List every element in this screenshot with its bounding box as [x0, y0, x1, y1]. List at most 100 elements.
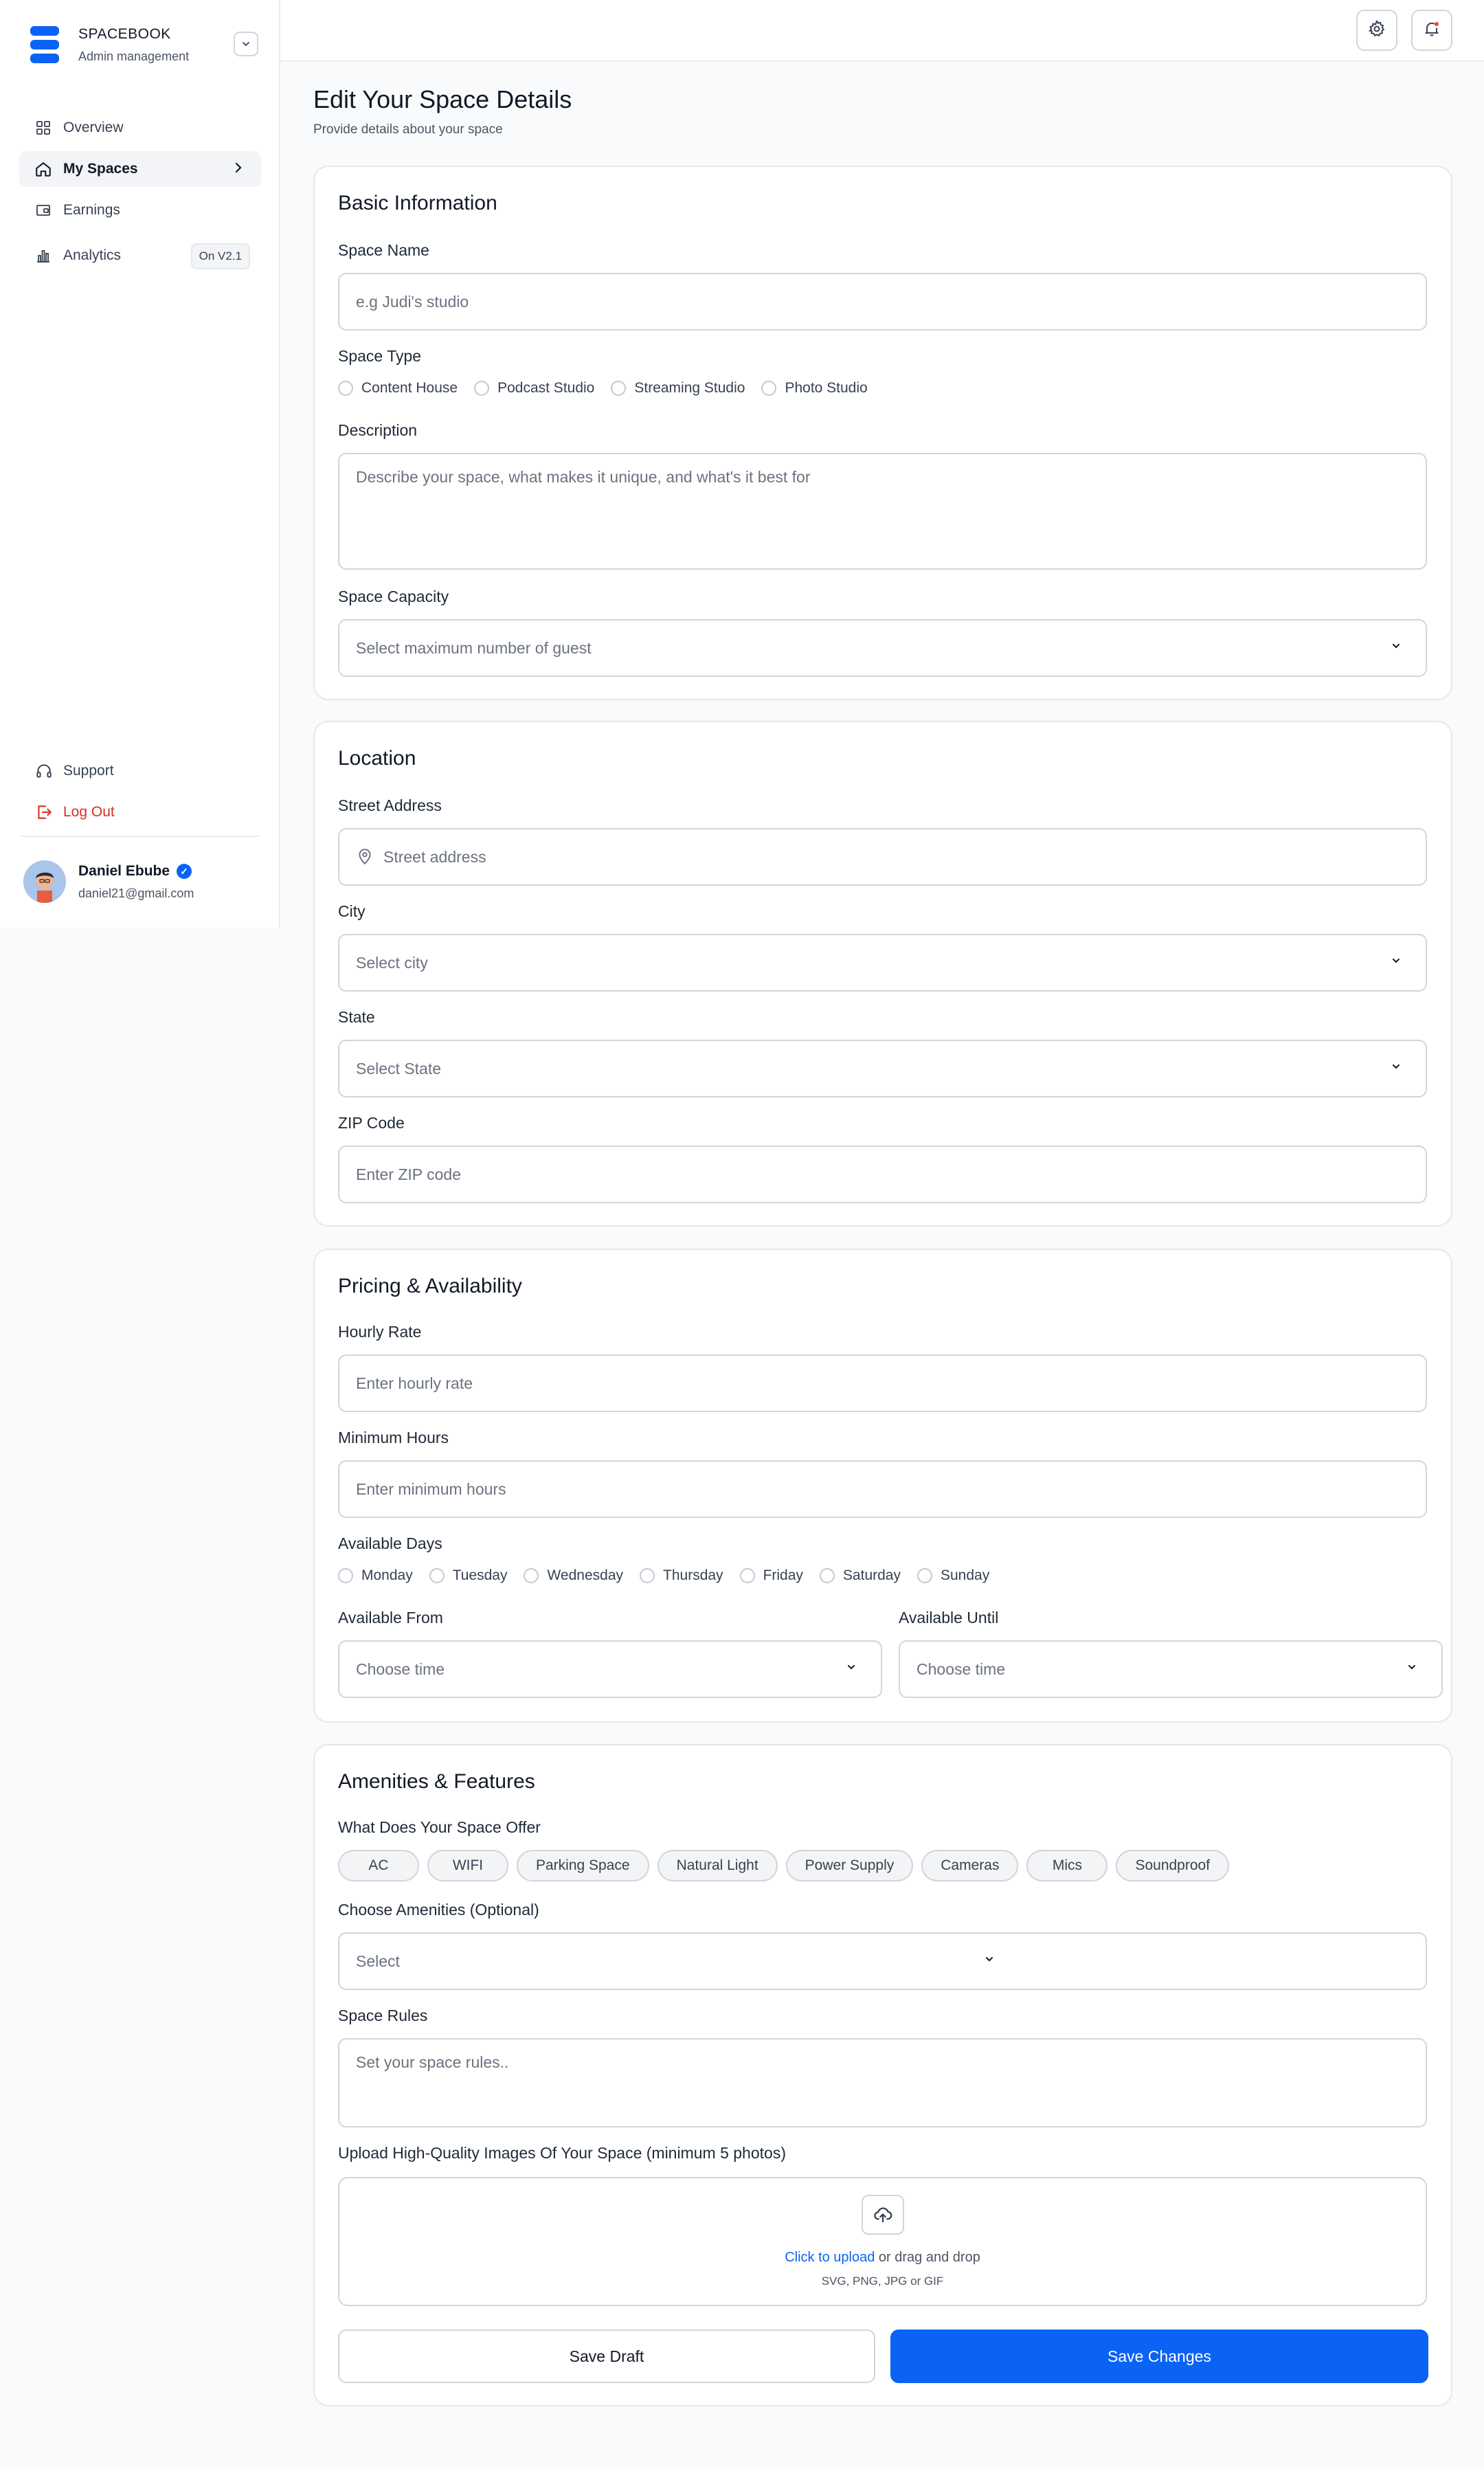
- offer-chip[interactable]: Parking Space: [517, 1850, 649, 1881]
- space-name-input[interactable]: e.g Judi's studio: [338, 273, 1427, 331]
- click-to-upload-link[interactable]: Click to upload: [785, 2250, 875, 2265]
- radio-label: Sunday: [940, 1567, 990, 1583]
- sidebar-item-overview[interactable]: Overview: [19, 110, 261, 146]
- space-capacity-select[interactable]: Select maximum number of guest: [338, 619, 1427, 677]
- pricing-availability-card: Pricing & Availability Hourly Rate Enter…: [313, 1249, 1452, 1723]
- offer-chip[interactable]: Soundproof: [1116, 1850, 1230, 1881]
- space-type-radio[interactable]: Photo Studio: [761, 380, 868, 396]
- save-changes-button[interactable]: Save Changes: [890, 2330, 1428, 2383]
- location-card: Location Street Address Street address C…: [313, 721, 1452, 1227]
- support-link[interactable]: Support: [34, 761, 114, 781]
- radio-circle[interactable]: [819, 1568, 835, 1583]
- upload-cloud-icon: [862, 2195, 904, 2235]
- radio-circle[interactable]: [474, 381, 490, 396]
- sidebar-item-label: Overview: [63, 120, 124, 135]
- chevron-down-icon: [1390, 954, 1402, 971]
- radio-label: Photo Studio: [785, 380, 868, 396]
- select-placeholder: Select State: [356, 1059, 442, 1077]
- day-radio[interactable]: Monday: [338, 1567, 413, 1584]
- city-select[interactable]: Select city: [338, 934, 1427, 992]
- space-type-radio[interactable]: Content House: [338, 380, 458, 396]
- day-radio[interactable]: Wednesday: [524, 1567, 623, 1584]
- space-type-radio[interactable]: Streaming Studio: [611, 380, 745, 396]
- day-radio[interactable]: Friday: [739, 1567, 803, 1584]
- sidebar-item-earnings[interactable]: Earnings: [19, 192, 261, 228]
- space-rules-textarea[interactable]: Set your space rules..: [338, 2038, 1427, 2127]
- radio-circle[interactable]: [611, 381, 627, 396]
- upload-text: or drag and drop: [875, 2250, 980, 2265]
- amenities-features-card: Amenities & Features What Does Your Spac…: [313, 1744, 1452, 2406]
- bell-icon: [1422, 19, 1441, 42]
- state-select[interactable]: Select State: [338, 1040, 1427, 1097]
- day-radio[interactable]: Tuesday: [429, 1567, 508, 1584]
- offer-chip[interactable]: WIFI: [427, 1850, 508, 1881]
- settings-button[interactable]: [1356, 10, 1397, 51]
- sidebar-item-label: Analytics: [63, 247, 122, 263]
- available-until-select[interactable]: Choose time: [899, 1640, 1443, 1698]
- radio-label: Monday: [361, 1567, 413, 1583]
- chevron-down-icon[interactable]: [234, 32, 258, 56]
- upload-instructions: Click to upload or drag and drop: [339, 2250, 1426, 2266]
- sidebar: SPACEBOOK Admin management Overview My S…: [0, 0, 280, 928]
- notifications-button[interactable]: [1411, 10, 1452, 51]
- grid-icon: [34, 119, 52, 137]
- radio-circle[interactable]: [524, 1568, 539, 1583]
- available-from-label: Available From: [338, 1609, 443, 1627]
- day-radio[interactable]: Thursday: [640, 1567, 723, 1584]
- page-subtitle: Provide details about your space: [313, 122, 503, 137]
- save-draft-button[interactable]: Save Draft: [338, 2330, 875, 2383]
- radio-circle[interactable]: [739, 1568, 755, 1583]
- logout-icon: [34, 803, 54, 822]
- sidebar-item-label: My Spaces: [63, 161, 138, 177]
- radio-circle[interactable]: [338, 381, 353, 396]
- radio-circle[interactable]: [917, 1568, 932, 1583]
- user-name-text: Daniel Ebube: [78, 863, 170, 879]
- street-address-input[interactable]: Street address: [338, 828, 1427, 886]
- user-profile[interactable]: Daniel Ebube ✓ daniel21@gmail.com: [23, 859, 264, 903]
- radio-circle[interactable]: [761, 381, 777, 396]
- image-upload-dropzone[interactable]: Click to upload or drag and drop SVG, PN…: [338, 2177, 1427, 2306]
- select-placeholder: Choose time: [917, 1660, 1006, 1678]
- brand-title: SPACEBOOK: [78, 26, 171, 42]
- sidebar-nav: Overview My Spaces Earnings Analytics On…: [19, 110, 261, 279]
- chevron-down-icon: [845, 1661, 857, 1677]
- input-placeholder: Street address: [383, 847, 486, 866]
- amenities-select[interactable]: Select: [338, 1932, 1427, 1990]
- section-title: Pricing & Availability: [338, 1275, 522, 1297]
- offer-chip[interactable]: AC: [338, 1850, 419, 1881]
- hourly-rate-input[interactable]: Enter hourly rate: [338, 1354, 1427, 1412]
- select-placeholder: Choose time: [356, 1660, 445, 1678]
- spacebook-logo-icon: [30, 26, 59, 63]
- minimum-hours-input[interactable]: Enter minimum hours: [338, 1460, 1427, 1518]
- description-textarea[interactable]: Describe your space, what makes it uniqu…: [338, 453, 1427, 570]
- sidebar-item-analytics[interactable]: Analytics On V2.1: [19, 238, 261, 273]
- offer-chip[interactable]: Cameras: [921, 1850, 1019, 1881]
- available-days-group: Monday Tuesday Wednesday Thursday Friday…: [338, 1567, 1006, 1584]
- offer-chip[interactable]: Power Supply: [785, 1850, 914, 1881]
- day-radio[interactable]: Saturday: [819, 1567, 901, 1584]
- radio-circle[interactable]: [429, 1568, 445, 1583]
- home-icon: [34, 160, 52, 178]
- bar-chart-icon: [34, 247, 52, 265]
- description-label: Description: [338, 421, 418, 439]
- radio-label: Tuesday: [452, 1567, 508, 1583]
- space-type-radio[interactable]: Podcast Studio: [474, 380, 594, 396]
- radio-circle[interactable]: [338, 1568, 353, 1583]
- radio-circle[interactable]: [640, 1568, 655, 1583]
- zip-code-input[interactable]: Enter ZIP code: [338, 1146, 1427, 1203]
- radio-label: Content House: [361, 380, 458, 396]
- chevron-down-icon: [1390, 640, 1402, 656]
- brand-switcher[interactable]: SPACEBOOK Admin management: [30, 23, 258, 71]
- sidebar-item-my-spaces[interactable]: My Spaces: [19, 151, 261, 187]
- radio-label: Saturday: [842, 1567, 901, 1583]
- available-from-select[interactable]: Choose time: [338, 1640, 882, 1698]
- chevron-down-icon: [983, 1953, 996, 1969]
- logout-link[interactable]: Log Out: [34, 803, 115, 822]
- offer-chip[interactable]: Natural Light: [657, 1850, 778, 1881]
- section-title: Amenities & Features: [338, 1770, 535, 1793]
- user-email: daniel21@gmail.com: [78, 886, 194, 900]
- radio-label: Podcast Studio: [497, 380, 595, 396]
- offer-chip[interactable]: Mics: [1026, 1850, 1108, 1881]
- chevron-right-icon: [232, 160, 245, 179]
- day-radio[interactable]: Sunday: [917, 1567, 989, 1584]
